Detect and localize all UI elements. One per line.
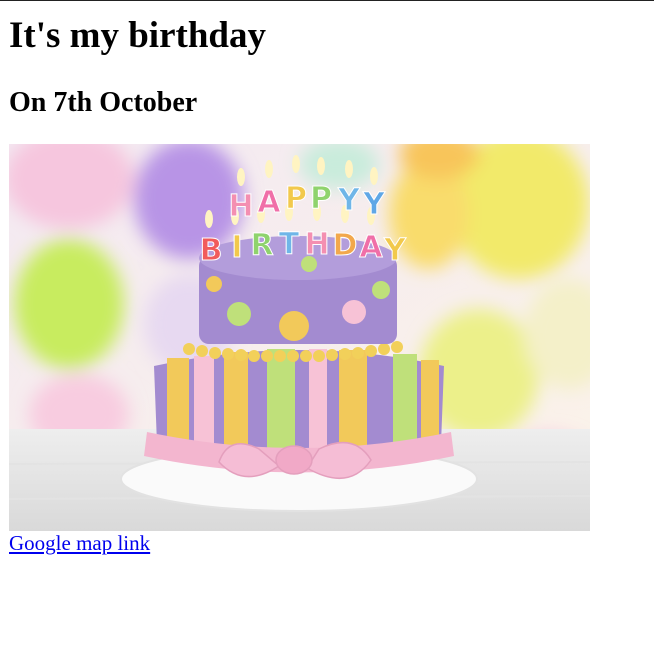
svg-text:T: T bbox=[279, 227, 300, 262]
svg-text:R: R bbox=[250, 228, 273, 263]
svg-text:B: B bbox=[200, 233, 223, 268]
page-title: It's my birthday bbox=[9, 15, 266, 56]
svg-text:H: H bbox=[228, 189, 253, 224]
svg-text:H: H bbox=[304, 227, 329, 262]
svg-text:Y: Y bbox=[337, 183, 361, 218]
svg-text:I: I bbox=[231, 230, 242, 265]
birthday-cake-image: H A P P Y Y B I R T H D A Y bbox=[9, 144, 590, 531]
svg-text:A: A bbox=[257, 185, 281, 220]
page-subtitle: On 7th October bbox=[9, 87, 198, 118]
google-map-link[interactable]: Google map link bbox=[9, 530, 150, 556]
svg-text:Y: Y bbox=[383, 233, 407, 268]
svg-text:D: D bbox=[333, 228, 358, 263]
svg-text:P: P bbox=[310, 181, 332, 216]
svg-text:A: A bbox=[359, 230, 383, 265]
svg-text:P: P bbox=[285, 181, 307, 216]
svg-text:Y: Y bbox=[362, 187, 386, 222]
top-border bbox=[0, 0, 654, 1]
